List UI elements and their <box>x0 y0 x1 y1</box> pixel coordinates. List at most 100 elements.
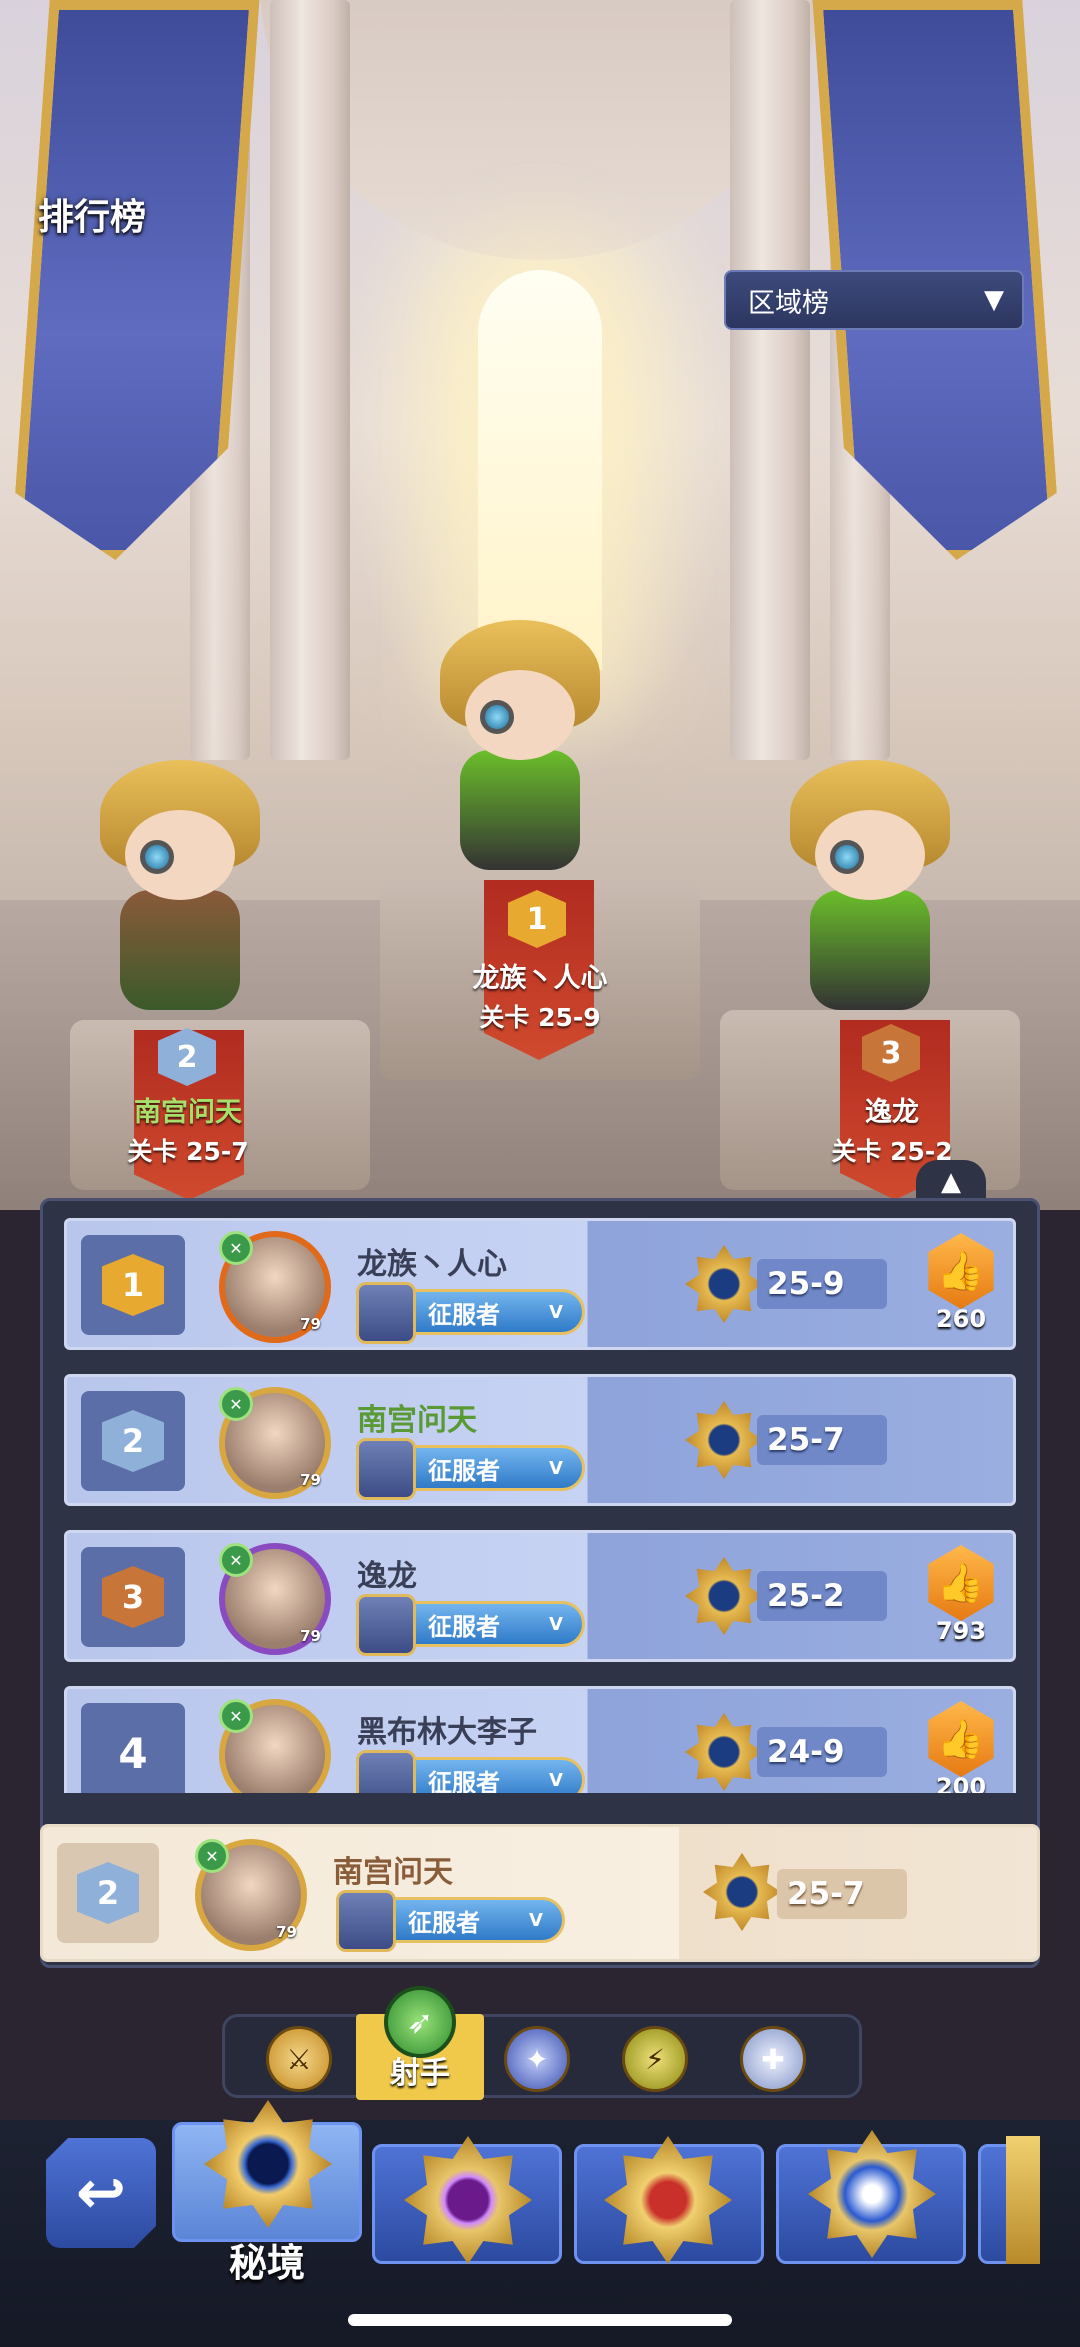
podium-stage-second: 关卡 25-7 <box>127 1137 249 1166</box>
avatar[interactable]: ✕ 79 <box>195 1839 307 1951</box>
player-level: 79 <box>300 1627 321 1645</box>
player-level: 79 <box>276 1923 297 1941</box>
warrior-class-tab[interactable]: ⚔ <box>266 2026 332 2092</box>
cross-icon: ✚ <box>761 2042 785 2076</box>
stage-eye-icon <box>685 1245 763 1323</box>
staff-icon: ✦ <box>525 2042 549 2076</box>
region-filter-label: 区域榜 <box>748 287 829 319</box>
stage-eye-icon <box>703 1853 781 1931</box>
thumbs-up-icon: 👍 <box>928 1545 994 1621</box>
rank-box: 3 <box>81 1547 185 1647</box>
stage-value: 25-7 <box>777 1869 907 1919</box>
home-indicator[interactable] <box>348 2314 732 2326</box>
title-badge: 征服者 V <box>356 1438 585 1500</box>
title-badge: 征服者 V <box>356 1594 585 1656</box>
rank-number: 4 <box>118 1728 148 1778</box>
like-button[interactable]: 👍 260 <box>923 1233 999 1343</box>
stage-eye-icon <box>685 1713 763 1791</box>
return-arrow-icon: ↩ <box>75 2158 127 2228</box>
player-name: 龙族丶人心 <box>357 1247 507 1282</box>
assassin-class-tab[interactable]: ⚡ <box>622 2026 688 2092</box>
thumbs-up-icon: 👍 <box>928 1233 994 1309</box>
chevron-down-icon: ▼ <box>984 285 1004 315</box>
title-badge: 征服者 V <box>356 1750 585 1794</box>
title-badge: 征服者 V <box>336 1890 565 1952</box>
leaderboard-row[interactable]: 3 ✕ 79 逸龙 征服者 V 25-2 👍 793 <box>64 1530 1016 1662</box>
mage-class-tab[interactable]: ✦ <box>504 2026 570 2092</box>
rank-box: 2 <box>57 1843 159 1943</box>
dagger-icon: ⚡ <box>645 2042 665 2076</box>
title-text: 征服者 <box>428 1768 500 1794</box>
archer-class-label: 射手 <box>390 2056 450 2091</box>
rank-badge: 3 <box>102 1566 164 1628</box>
pillar <box>270 0 350 760</box>
title-emblem-icon <box>356 1594 416 1656</box>
title-text: 征服者 <box>408 1908 480 1937</box>
stage-value: 25-7 <box>757 1415 887 1465</box>
title-emblem-icon <box>336 1890 396 1952</box>
class-x-icon: ✕ <box>219 1387 253 1421</box>
stage-value: 25-2 <box>757 1571 887 1621</box>
title-tier: V <box>549 1457 563 1479</box>
region-filter-dropdown[interactable]: 区域榜 ▼ <box>724 270 1024 330</box>
back-button[interactable]: ↩ <box>46 2138 156 2248</box>
title-tier: V <box>549 1301 563 1323</box>
title-emblem-icon <box>356 1282 416 1344</box>
podium-stage-first: 关卡 25-9 <box>479 1003 601 1032</box>
rank-badge: 2 <box>77 1862 139 1924</box>
player-level: 79 <box>300 1315 321 1333</box>
hero-character-second[interactable] <box>80 760 280 1020</box>
stage-eye-icon <box>685 1401 763 1479</box>
thumbs-up-icon: 👍 <box>928 1701 994 1777</box>
player-name: 南宫问天 <box>333 1855 453 1890</box>
title-text: 征服者 <box>428 1456 500 1485</box>
stage-eye-icon <box>685 1557 763 1635</box>
leaderboard-row[interactable]: 1 ✕ 79 龙族丶人心 征服者 V 25-9 👍 260 <box>64 1218 1016 1350</box>
hero-character-first[interactable] <box>420 620 620 880</box>
nav-tab-label: 秘境 <box>228 2241 305 2285</box>
podium-name-third: 逸龙 <box>865 1097 919 1128</box>
title-tier: V <box>549 1613 563 1635</box>
title-badge: 征服者 V <box>356 1282 585 1344</box>
like-button[interactable]: 👍 793 <box>923 1545 999 1655</box>
title-emblem-icon <box>356 1750 416 1793</box>
player-name: 黑布林大李子 <box>357 1715 537 1750</box>
like-button[interactable]: 👍 200 <box>923 1701 999 1793</box>
class-x-icon: ✕ <box>219 1699 253 1733</box>
rank-box: 4 <box>81 1703 185 1793</box>
player-name: 逸龙 <box>357 1559 417 1594</box>
priest-class-tab[interactable]: ✚ <box>740 2026 806 2092</box>
title-emblem-icon <box>356 1438 416 1500</box>
avatar[interactable]: ✕ 79 <box>219 1387 331 1499</box>
avatar[interactable]: ✕ <box>219 1699 331 1793</box>
stage-value: 25-9 <box>757 1259 887 1309</box>
rank-box: 2 <box>81 1391 185 1491</box>
avatar[interactable]: ✕ 79 <box>219 1231 331 1343</box>
title-text: 征服者 <box>428 1612 500 1641</box>
pillar <box>730 0 810 760</box>
leaderboard-list[interactable]: 1 ✕ 79 龙族丶人心 征服者 V 25-9 👍 260 2 ✕ 79 南宫问… <box>64 1218 1016 1793</box>
leaderboard-row[interactable]: 2 ✕ 79 南宫问天 征服者 V 25-7 <box>64 1374 1016 1506</box>
title-text: 征服者 <box>428 1300 500 1329</box>
arch-window <box>478 270 602 670</box>
class-x-icon: ✕ <box>219 1231 253 1265</box>
avatar[interactable]: ✕ 79 <box>219 1543 331 1655</box>
player-level: 79 <box>300 1471 321 1489</box>
page-title: 排行榜 <box>38 197 147 238</box>
podium-name-first: 龙族丶人心 <box>472 963 608 994</box>
title-tier: V <box>549 1769 563 1791</box>
partial-emblem-icon <box>1006 2136 1040 2264</box>
archer-class-tab[interactable]: ➶ 射手 <box>356 1986 484 2100</box>
hero-character-third[interactable] <box>770 760 970 1020</box>
chevron-up-icon: ▲ <box>941 1167 961 1197</box>
title-tier: V <box>529 1909 543 1931</box>
my-rank-row[interactable]: 2 ✕ 79 南宫问天 征服者 V 25-7 <box>40 1824 1040 1962</box>
like-count: 793 <box>935 1617 987 1645</box>
rank-badge: 2 <box>102 1410 164 1472</box>
stage-value: 24-9 <box>757 1727 887 1777</box>
class-x-icon: ✕ <box>219 1543 253 1577</box>
leaderboard-row[interactable]: 4 ✕ 黑布林大李子 征服者 V 24-9 👍 200 <box>64 1686 1016 1793</box>
axe-icon: ⚔ <box>286 2042 312 2076</box>
player-name: 南宫问天 <box>357 1403 477 1438</box>
podium-name-second: 南宫问天 <box>134 1097 242 1128</box>
